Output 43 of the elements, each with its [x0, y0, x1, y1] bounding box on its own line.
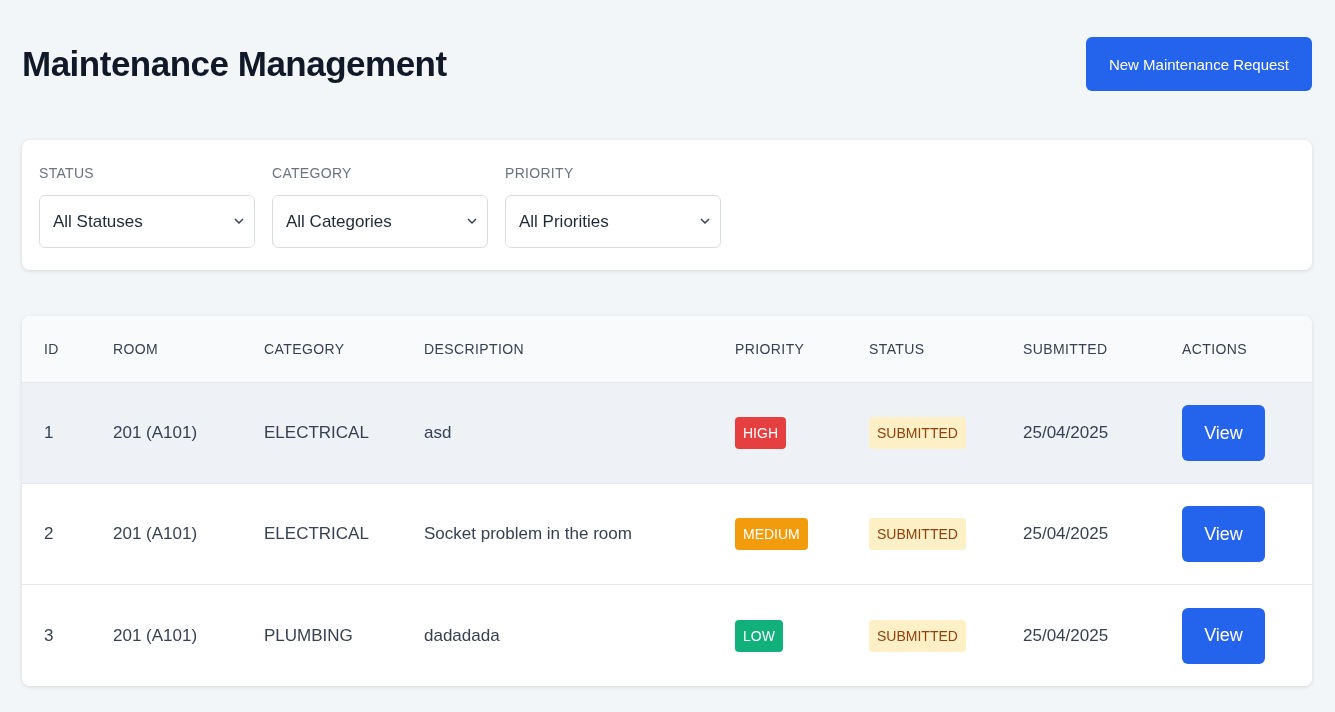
priority-badge: HIGH	[735, 417, 786, 449]
priority-badge: MEDIUM	[735, 518, 808, 550]
view-button[interactable]: View	[1182, 405, 1265, 461]
table-cell-text: ELECTRICAL	[264, 524, 370, 544]
status-badge: SUBMITTED	[869, 518, 966, 550]
column-header: ACTIONS	[1182, 341, 1249, 357]
view-button[interactable]: View	[1182, 506, 1265, 562]
table-cell-text: 3	[44, 625, 55, 646]
table-cell-text: ELECTRICAL	[264, 423, 370, 443]
filter-label: STATUS	[39, 165, 95, 181]
filter-label: CATEGORY	[272, 165, 353, 181]
chevron-down-icon	[700, 218, 710, 225]
column-header: ID	[44, 341, 60, 357]
status-badge: SUBMITTED	[869, 619, 966, 652]
column-header: ROOM	[113, 341, 160, 357]
table-cell-text: PLUMBING	[264, 625, 354, 646]
table-cell-text: 201 (A101)	[113, 423, 199, 443]
filter-label: PRIORITY	[505, 165, 575, 181]
table-cell-text: 2	[44, 524, 55, 544]
filter-select[interactable]: All Statuses	[39, 195, 255, 248]
table-cell-text: dadadada	[424, 625, 501, 646]
priority-badge: LOW	[735, 619, 783, 652]
table-cell-text: asd	[424, 423, 453, 443]
status-badge: SUBMITTED	[869, 417, 966, 449]
table-cell-text: 1	[44, 423, 55, 443]
new-request-button[interactable]: New Maintenance Request	[1086, 37, 1312, 91]
chevron-down-icon	[467, 218, 477, 225]
column-header: STATUS	[869, 341, 926, 357]
column-header: CATEGORY	[264, 341, 346, 357]
view-button[interactable]: View	[1182, 607, 1265, 664]
page-title: Maintenance Management	[22, 44, 447, 84]
table-cell-text: 201 (A101)	[113, 524, 199, 544]
column-header: SUBMITTED	[1023, 341, 1109, 357]
table-cell-text: 25/04/2025	[1023, 524, 1110, 544]
table-cell-text: 25/04/2025	[1023, 625, 1110, 646]
column-header: DESCRIPTION	[424, 341, 526, 357]
table-cell-text: 201 (A101)	[113, 625, 199, 646]
chevron-down-icon	[234, 218, 244, 225]
table-cell-text: 25/04/2025	[1023, 423, 1110, 443]
table-cell-text: Socket problem in the room	[424, 524, 633, 544]
filter-select[interactable]: All Categories	[272, 195, 488, 248]
column-header: PRIORITY	[735, 341, 806, 357]
filter-select[interactable]: All Priorities	[505, 195, 721, 248]
